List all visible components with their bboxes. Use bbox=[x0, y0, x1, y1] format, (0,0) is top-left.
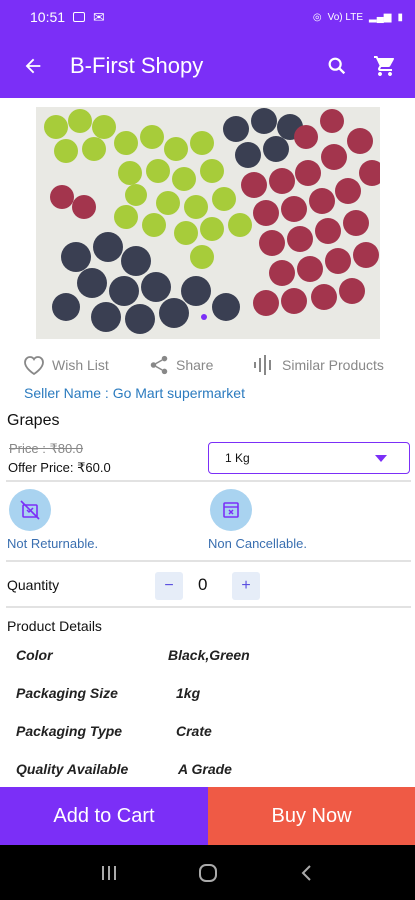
signal-icon: ▂▄▆ bbox=[369, 11, 392, 23]
cancel-policy: Non Cancellable. bbox=[208, 489, 307, 551]
product-image[interactable] bbox=[36, 107, 380, 339]
wishlist-button[interactable]: Wish List bbox=[22, 350, 109, 380]
detail-value: Crate bbox=[176, 723, 212, 739]
arrow-left-icon bbox=[25, 58, 41, 74]
original-price: Price : ₹80.0 bbox=[9, 441, 84, 456]
buy-now-button[interactable]: Buy Now bbox=[208, 787, 415, 845]
network-label: Vo) LTE bbox=[327, 11, 364, 23]
app-bar: B-First Shopy bbox=[0, 34, 415, 98]
detail-key: Packaging Type bbox=[16, 723, 123, 739]
search-icon bbox=[328, 57, 346, 75]
divider bbox=[6, 560, 411, 562]
quantity-value: 0 bbox=[198, 575, 208, 594]
no-cancel-icon bbox=[210, 489, 252, 531]
no-return-icon bbox=[9, 489, 51, 531]
quantity-increment-button[interactable]: + bbox=[232, 572, 260, 600]
divider bbox=[6, 606, 411, 608]
similar-products-button[interactable]: Similar Products bbox=[252, 350, 384, 380]
bottom-action-bar: Add to Cart Buy Now bbox=[0, 787, 415, 845]
status-time: 10:51 bbox=[30, 9, 66, 25]
cart-button[interactable] bbox=[361, 42, 409, 90]
notification-icon: ✉ bbox=[93, 8, 105, 25]
share-label: Share bbox=[176, 357, 214, 373]
recents-icon[interactable] bbox=[99, 864, 119, 882]
offer-price: Offer Price: ₹60.0 bbox=[8, 460, 111, 475]
add-to-cart-button[interactable]: Add to Cart bbox=[0, 787, 208, 845]
seller-name-link[interactable]: Seller Name : Go Mart supermarket bbox=[24, 385, 245, 401]
heart-icon bbox=[24, 356, 44, 376]
detail-key: Color bbox=[16, 647, 53, 663]
search-button[interactable] bbox=[313, 42, 361, 90]
detail-key: Packaging Size bbox=[16, 685, 118, 701]
size-select-value: 1 Kg bbox=[225, 451, 250, 465]
size-select[interactable]: 1 Kg bbox=[208, 442, 410, 474]
cart-icon bbox=[374, 56, 394, 76]
detail-key: Quality Available bbox=[16, 761, 129, 777]
share-icon bbox=[150, 355, 168, 375]
status-icons: ◎ Vo) LTE ▂▄▆ ▮ bbox=[313, 12, 403, 23]
home-icon[interactable] bbox=[197, 862, 219, 884]
detail-value: Black,Green bbox=[168, 647, 250, 663]
chevron-down-icon bbox=[375, 455, 387, 462]
detail-value: 1kg bbox=[176, 685, 201, 701]
return-policy-label: Not Returnable. bbox=[7, 536, 99, 551]
product-details-title: Product Details bbox=[7, 618, 102, 634]
status-bar: 10:51 ✉ ◎ Vo) LTE ▂▄▆ ▮ bbox=[0, 0, 415, 34]
gallery-icon bbox=[73, 12, 86, 22]
system-nav-bar bbox=[0, 845, 415, 900]
quantity-decrement-button[interactable]: − bbox=[155, 572, 183, 600]
cancel-policy-label: Non Cancellable. bbox=[208, 536, 308, 551]
hotspot-icon: ◎ bbox=[312, 11, 322, 23]
wishlist-label: Wish List bbox=[52, 357, 109, 373]
battery-icon: ▮ bbox=[397, 11, 403, 23]
product-name: Grapes bbox=[7, 412, 60, 429]
divider bbox=[6, 480, 411, 482]
return-policy: Not Returnable. bbox=[7, 489, 98, 551]
quantity-label: Quantity bbox=[7, 577, 60, 593]
similar-label: Similar Products bbox=[282, 357, 384, 373]
back-nav-icon[interactable] bbox=[298, 863, 316, 883]
detail-value: A Grade bbox=[178, 761, 232, 777]
similar-icon bbox=[254, 355, 271, 375]
share-button[interactable]: Share bbox=[148, 350, 213, 380]
grapes-image bbox=[36, 107, 380, 339]
back-button[interactable] bbox=[0, 34, 66, 98]
app-title: B-First Shopy bbox=[70, 53, 204, 78]
action-row: Wish List Share Similar Products bbox=[0, 350, 415, 380]
